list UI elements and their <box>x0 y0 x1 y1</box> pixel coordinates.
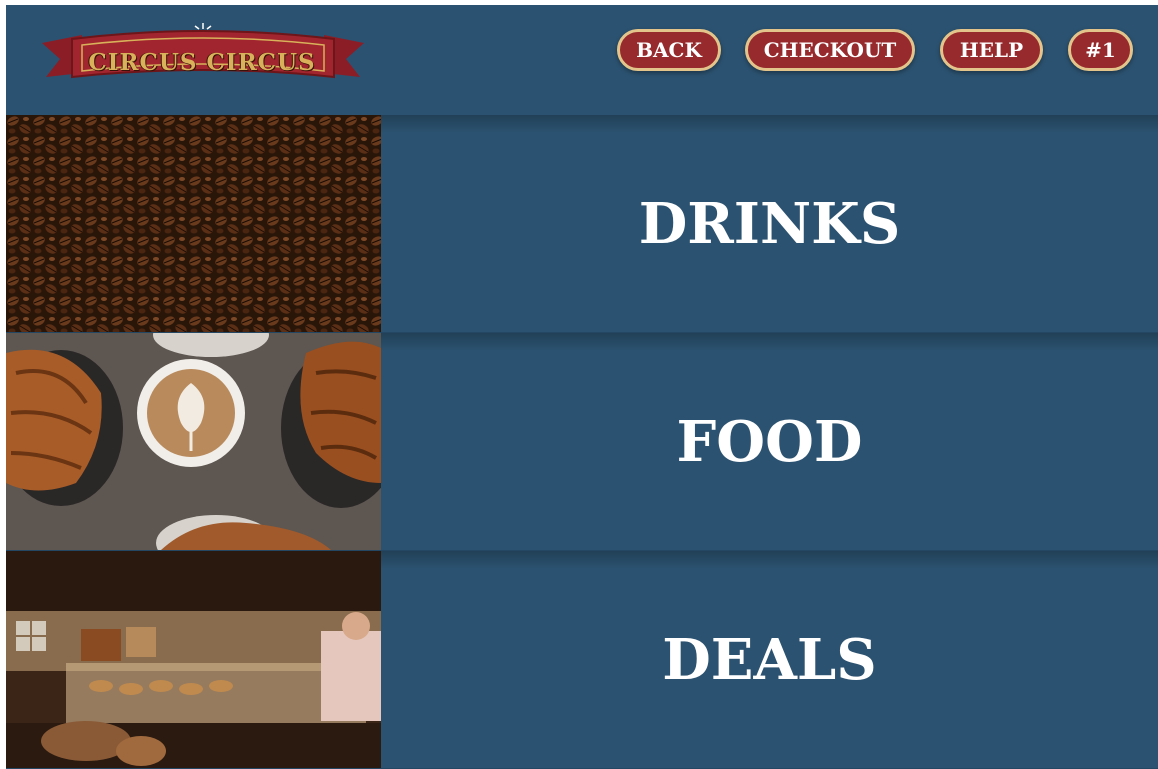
circus-circus-logo[interactable]: CIRCUS CIRCUS <box>42 21 364 91</box>
checkout-button[interactable]: CHECKOUT <box>745 29 915 71</box>
bakery-counter-photo <box>6 551 381 768</box>
category-row-food[interactable]: FOOD <box>6 333 1158 551</box>
category-row-deals[interactable]: DEALS <box>6 551 1158 769</box>
top-header: CIRCUS CIRCUS BACK CHECKOUT HELP #1 <box>6 5 1158 115</box>
order-number-button[interactable]: #1 <box>1068 29 1133 71</box>
deals-label: DEALS <box>662 626 877 693</box>
latte-and-croissants-photo <box>6 333 381 550</box>
back-button[interactable]: BACK <box>617 29 721 71</box>
food-label: FOOD <box>676 408 863 475</box>
kiosk-app: CIRCUS CIRCUS BACK CHECKOUT HELP #1 DRIN… <box>6 5 1158 769</box>
category-row-drinks[interactable]: DRINKS <box>6 115 1158 333</box>
help-button[interactable]: HELP <box>940 29 1043 71</box>
drinks-label: DRINKS <box>638 190 901 257</box>
coffee-beans-photo <box>6 115 381 332</box>
category-list: DRINKS FOOD DEALS <box>6 115 1158 769</box>
logo-text: CIRCUS CIRCUS <box>88 49 316 76</box>
